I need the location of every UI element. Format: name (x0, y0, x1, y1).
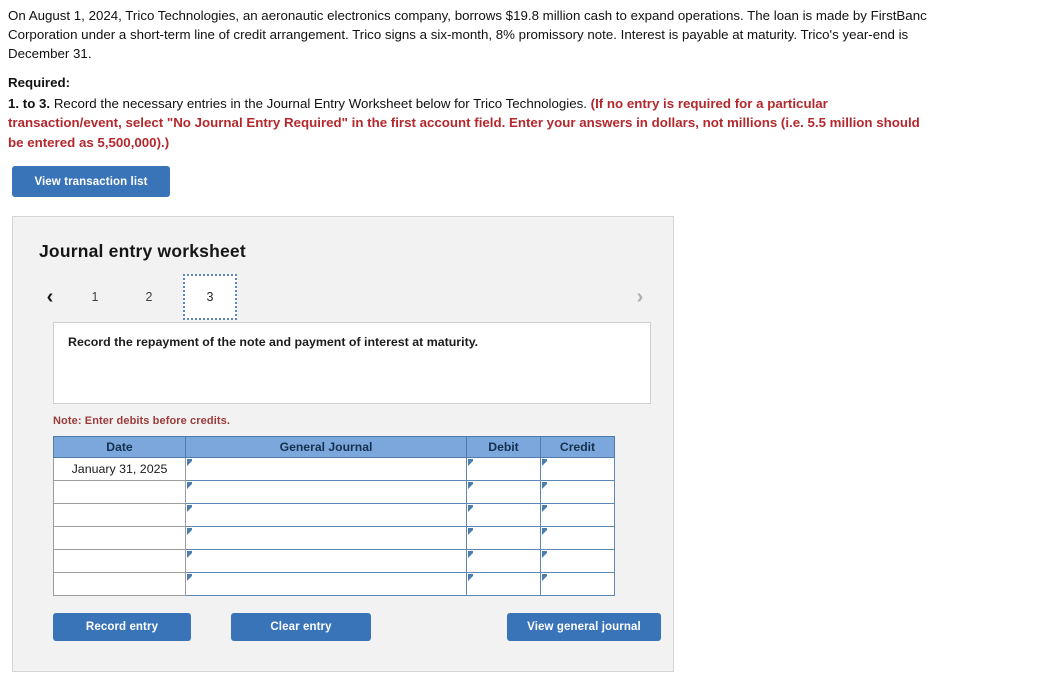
credit-input[interactable] (540, 549, 615, 573)
chevron-left-icon[interactable]: ‹ (39, 287, 61, 307)
general-journal-input[interactable] (185, 526, 467, 550)
date-cell[interactable] (53, 503, 186, 527)
required-instruction: Record the necessary entries in the Jour… (50, 95, 591, 111)
credit-input[interactable] (540, 457, 615, 481)
table-row: January 31, 2025 (53, 457, 615, 481)
worksheet-title: Journal entry worksheet (39, 241, 246, 261)
date-cell[interactable] (53, 480, 186, 504)
column-header-debit: Debit (466, 436, 541, 458)
worksheet-prompt: Record the repayment of the note and pay… (53, 322, 651, 404)
general-journal-input[interactable] (185, 457, 467, 481)
record-entry-button[interactable]: Record entry (53, 613, 191, 641)
view-transaction-list-button[interactable]: View transaction list (12, 166, 170, 197)
column-header-date: Date (53, 436, 186, 458)
table-row (53, 526, 615, 550)
journal-entry-worksheet-panel: Journal entry worksheet ‹ 1 2 3 › Record… (12, 216, 674, 672)
table-row (53, 549, 615, 573)
worksheet-footer: Record entry Clear entry View general jo… (53, 613, 661, 641)
debits-before-credits-note: Note: Enter debits before credits. (53, 415, 230, 427)
clear-entry-button[interactable]: Clear entry (231, 613, 371, 641)
table-header-row: Date General Journal Debit Credit (53, 436, 615, 458)
journal-entry-table: Date General Journal Debit Credit Januar… (53, 436, 615, 596)
worksheet-pager: ‹ 1 2 3 › (13, 274, 673, 320)
debit-input[interactable] (466, 572, 541, 596)
table-row (53, 503, 615, 527)
problem-statement: On August 1, 2024, Trico Technologies, a… (0, 0, 975, 63)
debit-input[interactable] (466, 503, 541, 527)
view-general-journal-button[interactable]: View general journal (507, 613, 661, 641)
transaction-list-toolbar: View transaction list (0, 152, 1052, 197)
general-journal-input[interactable] (185, 503, 467, 527)
date-cell[interactable]: January 31, 2025 (53, 457, 186, 481)
table-row (53, 480, 615, 504)
worksheet-page-3[interactable]: 3 (183, 274, 237, 320)
credit-input[interactable] (540, 526, 615, 550)
credit-input[interactable] (540, 572, 615, 596)
required-instruction-line: 1. to 3. Record the necessary entries in… (8, 94, 937, 153)
credit-input[interactable] (540, 480, 615, 504)
date-cell[interactable] (53, 549, 186, 573)
credit-input[interactable] (540, 503, 615, 527)
debit-input[interactable] (466, 549, 541, 573)
general-journal-input[interactable] (185, 549, 467, 573)
debit-input[interactable] (466, 480, 541, 504)
problem-text: On August 1, 2024, Trico Technologies, a… (8, 8, 927, 61)
column-header-credit: Credit (540, 436, 615, 458)
general-journal-input[interactable] (185, 480, 467, 504)
general-journal-input[interactable] (185, 572, 467, 596)
worksheet-page-2[interactable]: 2 (129, 275, 169, 319)
debit-input[interactable] (466, 457, 541, 481)
chevron-right-icon[interactable]: › (629, 287, 651, 307)
required-section: Required: 1. to 3. Record the necessary … (0, 63, 945, 152)
date-cell[interactable] (53, 572, 186, 596)
required-heading: Required: (8, 75, 71, 90)
date-cell[interactable] (53, 526, 186, 550)
table-row (53, 572, 615, 596)
worksheet-page-1[interactable]: 1 (75, 275, 115, 319)
debit-input[interactable] (466, 526, 541, 550)
column-header-general-journal: General Journal (185, 436, 467, 458)
required-number: 1. to 3. (8, 95, 51, 111)
